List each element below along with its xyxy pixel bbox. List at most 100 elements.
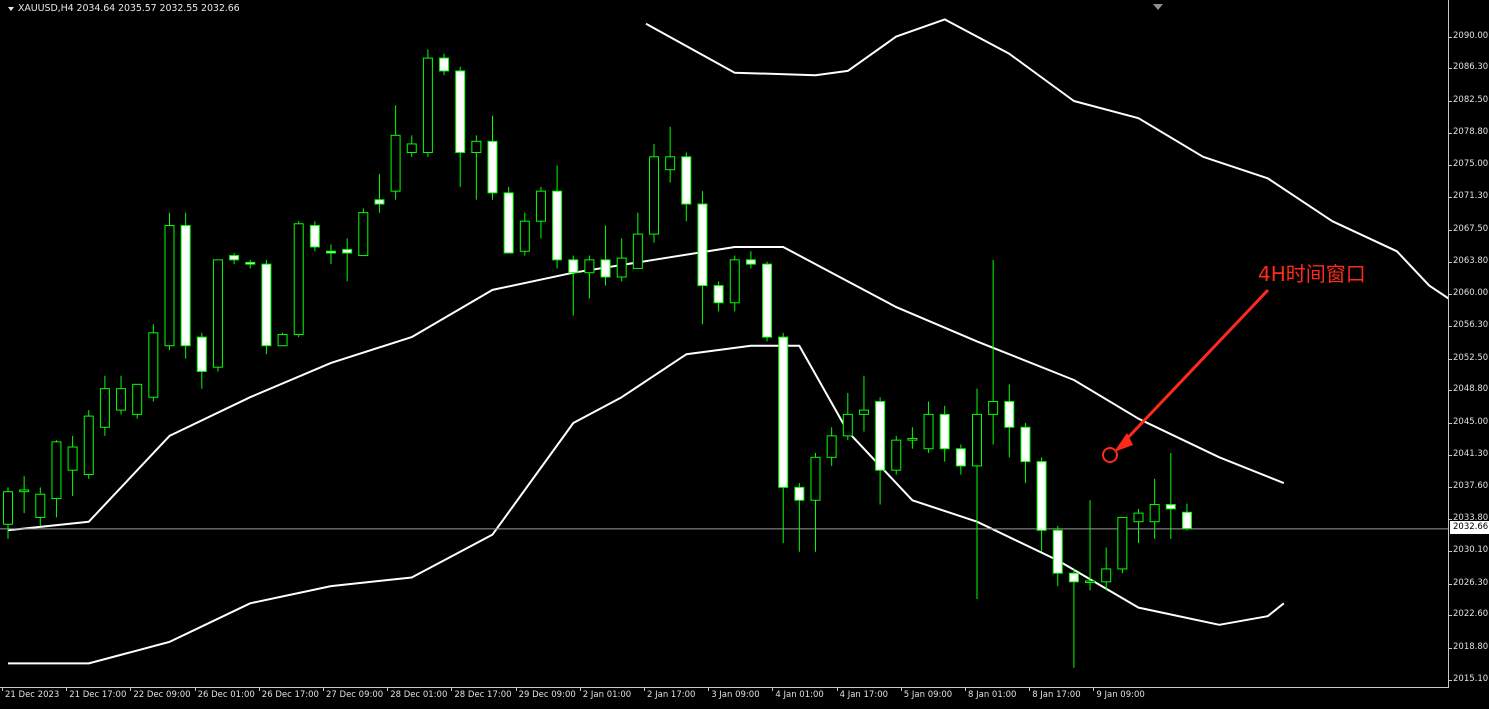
candle-bullish	[729, 259, 740, 304]
candle-bullish	[293, 223, 304, 336]
candle-bullish	[584, 259, 595, 274]
time-tick-label: 4 Jan 01:00	[775, 690, 824, 700]
candle-bullish	[535, 190, 546, 222]
time-tick-label: 21 Dec 2023	[5, 690, 60, 700]
candle-bullish	[471, 140, 482, 154]
candle-bullish	[988, 401, 999, 415]
candle-bullish	[972, 413, 982, 467]
candle-bearish	[778, 336, 789, 488]
candle-bearish	[245, 261, 256, 265]
chart-shift-marker-icon[interactable]	[1153, 4, 1163, 10]
price-tick-mark	[1449, 583, 1452, 585]
time-tick-mark	[1029, 688, 1031, 691]
candle-bearish	[261, 263, 272, 347]
time-tick-mark	[900, 688, 902, 691]
price-tick-label: 2037.60	[1453, 480, 1489, 491]
time-tick-label: 2 Jan 01:00	[582, 690, 632, 700]
time-tick-mark	[323, 688, 324, 691]
price-tick-label: 2056.30	[1453, 319, 1489, 330]
price-tick-mark	[1449, 486, 1452, 488]
candle-bearish	[374, 199, 385, 205]
candle-bullish	[277, 334, 288, 347]
price-tick-label: 2045.00	[1453, 416, 1489, 427]
time-tick-mark	[515, 688, 517, 691]
time-tick-mark	[451, 688, 453, 691]
candle-bearish	[1036, 461, 1047, 531]
annotation-arrow-line	[1118, 288, 1270, 448]
candle-bearish	[326, 250, 336, 254]
candle-bullish	[132, 383, 143, 415]
price-tick-mark	[1449, 197, 1452, 199]
price-tick-mark	[1449, 550, 1452, 552]
price-tick-mark	[1449, 229, 1452, 231]
candle-bearish	[681, 156, 692, 205]
candle-bearish	[745, 259, 756, 265]
price-tick-label: 2082.50	[1453, 94, 1489, 105]
candle-bearish	[552, 190, 563, 261]
candle-bearish	[600, 259, 611, 278]
time-tick-mark	[130, 688, 132, 691]
candle-bullish	[1085, 580, 1096, 583]
price-tick-label: 2075.00	[1453, 159, 1489, 170]
symbol-header: XAUUSD,H4 2034.64 2035.57 2032.55 2032.6…	[8, 3, 240, 14]
candle-bearish	[439, 57, 450, 72]
time-tick-label: 22 Dec 09:00	[133, 690, 191, 700]
candle-bullish	[358, 212, 369, 257]
price-tick-mark	[1449, 165, 1452, 167]
time-tick-label: 28 Dec 01:00	[390, 690, 448, 700]
candle-bullish	[826, 435, 837, 458]
candle-bullish	[1101, 568, 1112, 583]
time-tick-label: 21 Dec 17:00	[69, 690, 127, 700]
candle-bullish	[665, 156, 676, 171]
candle-bullish	[616, 257, 627, 278]
price-tick-mark	[1449, 454, 1452, 456]
price-tick-label: 2026.30	[1453, 577, 1489, 588]
price-tick-label: 2030.10	[1453, 544, 1489, 555]
chart-menu-arrow-icon[interactable]	[8, 6, 14, 11]
time-tick-label: 26 Dec 01:00	[197, 690, 255, 700]
time-tick-label: 3 Jan 09:00	[711, 690, 760, 700]
time-tick-mark	[1093, 688, 1095, 691]
candle-bearish	[875, 401, 886, 471]
bollinger-middle-band	[7, 246, 1285, 532]
candle-bullish	[907, 437, 918, 441]
price-tick-label: 2052.50	[1453, 352, 1489, 363]
candle-bullish	[3, 491, 13, 525]
annotation-circle	[1102, 447, 1118, 463]
candle-bullish	[164, 224, 175, 347]
candle-bullish	[810, 456, 821, 501]
time-tick-label: 8 Jan 17:00	[1032, 690, 1081, 700]
candle-bearish	[1068, 572, 1079, 583]
candle-bullish	[519, 220, 530, 252]
time-tick-mark	[772, 688, 774, 691]
time-tick-mark	[387, 688, 389, 691]
candle-bearish	[487, 140, 498, 194]
time-tick-label: 27 Dec 09:00	[326, 690, 384, 700]
candle-bearish	[1020, 426, 1031, 463]
time-tick-label: 8 Jan 01:00	[968, 690, 1017, 700]
candle-bullish	[116, 388, 127, 411]
price-tick-mark	[1449, 100, 1452, 102]
time-tick-mark	[194, 688, 196, 691]
time-tick-label: 26 Dec 17:00	[261, 690, 319, 700]
chart-area[interactable]	[0, 0, 1449, 688]
candle-bullish	[148, 332, 159, 398]
price-tick-mark	[1449, 36, 1452, 38]
price-tick-label: 2022.60	[1453, 609, 1489, 620]
candle-bullish	[67, 446, 78, 471]
ohlc-readout: 2034.64 2035.57 2032.55 2032.66	[76, 3, 240, 14]
candle-bullish	[406, 143, 417, 154]
time-tick-mark	[708, 688, 710, 691]
candle-bearish	[762, 263, 773, 338]
time-tick-label: 2 Jan 17:00	[647, 690, 696, 700]
candle-bullish	[891, 439, 902, 471]
candle-bearish	[794, 486, 805, 501]
candle-bullish	[1117, 516, 1128, 570]
price-chart[interactable]	[0, 0, 1448, 687]
candle-bullish	[1149, 504, 1160, 523]
candle-bearish	[455, 70, 466, 154]
price-tick-mark	[1449, 358, 1452, 360]
price-tick-label: 2067.50	[1453, 223, 1489, 234]
time-tick-label: 29 Dec 09:00	[518, 690, 576, 700]
price-tick-mark	[1449, 390, 1452, 392]
